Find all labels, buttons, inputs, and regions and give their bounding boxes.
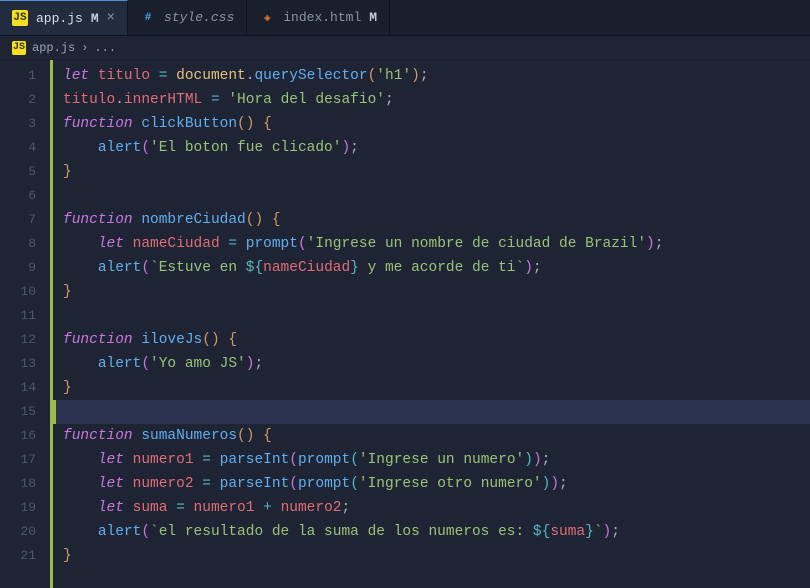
tab-label: app.js: [36, 11, 83, 26]
code-area[interactable]: let titulo = document.querySelector('h1'…: [50, 60, 810, 588]
code-line: alert(`el resultado de la suma de los nu…: [63, 520, 810, 544]
breadcrumb-rest: ...: [94, 41, 116, 55]
code-line: let numero2 = parseInt(prompt('Ingrese o…: [63, 472, 810, 496]
code-line: }: [63, 376, 810, 400]
code-line: }: [63, 160, 810, 184]
js-icon: JS: [12, 41, 26, 55]
code-line: alert(`Estuve en ${nameCiudad} y me acor…: [63, 256, 810, 280]
chevron-right-icon: ›: [81, 41, 88, 55]
css-icon: #: [140, 10, 156, 26]
code-line: function nombreCiudad() {: [63, 208, 810, 232]
js-icon: JS: [12, 10, 28, 26]
code-line: function clickButton() {: [63, 112, 810, 136]
editor[interactable]: 1 2 3 4 5 6 7 8 9 10 11 12 13 14 15 16 1…: [0, 60, 810, 588]
code-line: alert('Yo amo JS');: [63, 352, 810, 376]
close-icon[interactable]: ×: [107, 10, 115, 26]
code-line: let titulo = document.querySelector('h1'…: [63, 64, 810, 88]
tab-label: index.html: [283, 10, 361, 25]
tab-stylecss[interactable]: # style.css: [128, 0, 247, 35]
code-line: function sumaNumeros() {: [63, 424, 810, 448]
code-line: let suma = numero1 + numero2;: [63, 496, 810, 520]
dirty-indicator: M: [91, 11, 99, 26]
code-line: let numero1 = parseInt(prompt('Ingrese u…: [63, 448, 810, 472]
tab-appjs[interactable]: JS app.js M ×: [0, 0, 128, 35]
code-line-active: [53, 400, 810, 424]
tab-label: style.css: [164, 10, 234, 25]
code-line: [63, 184, 810, 208]
tab-indexhtml[interactable]: ◈ index.html M: [247, 0, 390, 35]
code-line: let nameCiudad = prompt('Ingrese un nomb…: [63, 232, 810, 256]
code-line: titulo.innerHTML = 'Hora del desafio';: [63, 88, 810, 112]
line-number-gutter: 1 2 3 4 5 6 7 8 9 10 11 12 13 14 15 16 1…: [0, 60, 50, 588]
html-icon: ◈: [259, 10, 275, 26]
code-line: [63, 304, 810, 328]
code-line: alert('El boton fue clicado');: [63, 136, 810, 160]
breadcrumb-file: app.js: [32, 41, 75, 55]
code-line: function iloveJs() {: [63, 328, 810, 352]
breadcrumb[interactable]: JS app.js › ...: [0, 36, 810, 60]
code-line: }: [63, 280, 810, 304]
code-line: }: [63, 544, 810, 568]
tab-bar: JS app.js M × # style.css ◈ index.html M: [0, 0, 810, 36]
dirty-indicator: M: [369, 10, 377, 25]
